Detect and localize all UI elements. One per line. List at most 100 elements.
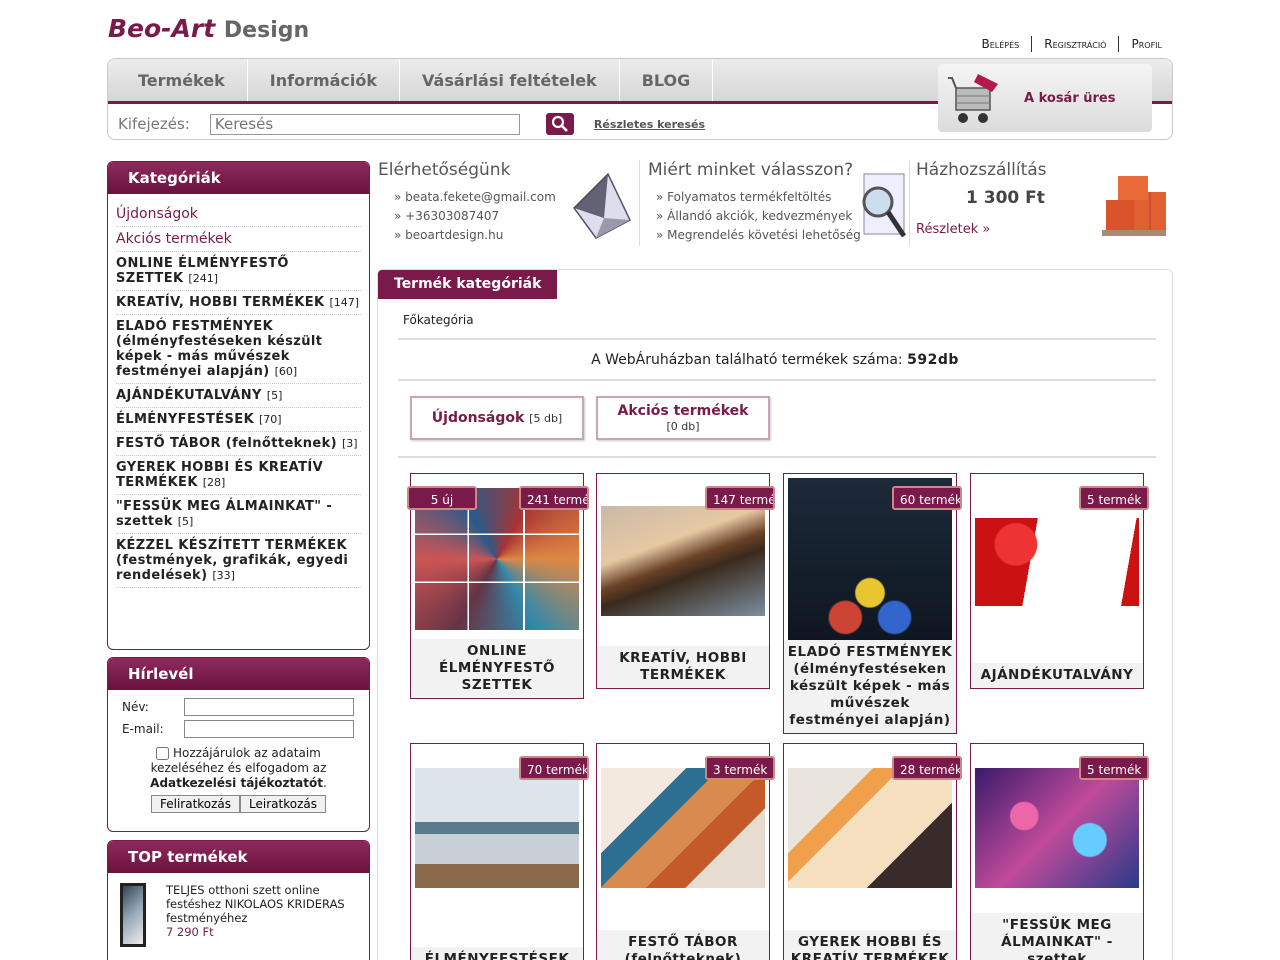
category-title[interactable]: "FESSÜK MEG ÁLMAINKAT" - szettek [971,913,1143,960]
category-card[interactable]: 5 termék AJÁNDÉKUTALVÁNY [970,473,1149,689]
category-title[interactable]: ÉLMÉNYFESTÉSEK [411,947,583,960]
category-list: Újdonságok Akciós termékek ONLINE ÉLMÉNYFE… [108,194,369,588]
profile-link[interactable]: Profil [1118,36,1174,52]
product-thumbnail[interactable] [120,883,146,947]
category-card[interactable]: 5 termék "FESSÜK MEG ÁLMAINKAT" - szettek [970,743,1149,960]
cart-icon [948,74,998,123]
consent-checkbox[interactable] [156,747,170,760]
boxes-icon [1102,176,1166,236]
divider [398,338,1156,340]
tab-product-categories[interactable]: Termék kategóriák [378,270,558,299]
new-products-label: Újdonságok [431,410,525,426]
sale-products-count: [0 db] [666,420,700,433]
category-item[interactable]: KÉZZEL KÉSZÍTETT TERMÉKEK (festmények, g… [116,534,361,588]
product-count: A WebÁruházban található termékek száma:… [378,352,1172,368]
category-title[interactable]: AJÁNDÉKUTALVÁNY [971,663,1143,688]
category-count: [28] [202,476,226,489]
category-image[interactable] [601,506,765,616]
category-label: ÉLMÉNYFESTÉSEK [116,412,255,427]
category-item[interactable]: ONLINE ÉLMÉNYFESTŐ SZETTEK [241] [116,252,361,291]
category-title[interactable]: FESTŐ TÁBOR (felnőtteknek) [597,930,769,960]
subscribe-button[interactable]: Feliratkozás [150,795,241,813]
register-link[interactable]: Regisztráció [1031,36,1118,52]
category-item[interactable]: Akciós termékek [116,227,361,252]
unsubscribe-button[interactable]: Leiratkozás [240,795,326,813]
category-title[interactable]: ELADÓ FESTMÉNYEK (élményfestéseken készü… [784,640,956,733]
product-count-badge: 3 termék [705,756,775,780]
category-card[interactable]: 60 termék ELADÓ FESTMÉNYEK (élményfestése… [783,473,962,734]
category-item[interactable]: "FESSÜK MEG ÁLMAINKAT" - szettek [5] [116,495,361,534]
product-name[interactable]: TELJES otthoni szett online festéshez NI… [166,883,357,925]
category-count: [5] [177,515,194,528]
categories-box: Kategóriák Újdonságok Akciós termékek ONLI… [107,161,370,650]
sale-products-button[interactable]: Akciós termékek [0 db] [596,396,770,440]
product-count-badge: 5 termék [1079,756,1149,780]
count-value: 592db [907,352,959,368]
category-title[interactable]: ONLINE ÉLMÉNYFESTŐ SZETTEK [411,639,583,698]
category-count: [33] [212,569,235,582]
menu-item-info[interactable]: Információk [248,59,401,101]
cart-status: A kosár üres [1024,90,1116,106]
email-field[interactable] [184,720,354,738]
new-products-button[interactable]: Újdonságok [5 db] [410,396,584,440]
logo[interactable]: Beo-Art Design [108,14,309,43]
product-count-badge: 241 termék [519,486,589,510]
category-item[interactable]: Újdonságok [116,202,361,227]
new-count-badge: 5 új [407,486,477,510]
top-product-item[interactable]: TELJES otthoni szett online festéshez NI… [108,873,369,957]
category-count: [147] [329,296,360,309]
advanced-search-link[interactable]: Részletes keresés [594,118,705,131]
menu-item-terms[interactable]: Vásárlási feltételek [400,59,620,101]
category-image[interactable] [975,518,1139,606]
category-item[interactable]: AJÁNDÉKUTALVÁNY [5] [116,384,361,408]
categories-title: Kategóriák [108,162,369,194]
category-count: [60] [274,365,298,378]
category-title[interactable]: KREATÍV, HOBBI TERMÉKEK [597,646,769,688]
menu-item-blog[interactable]: BLOG [620,59,714,101]
count-label: A WebÁruházban található termékek száma: [591,352,903,368]
new-products-count: [5 db] [529,412,563,425]
cart-widget[interactable]: A kosár üres [938,64,1152,132]
category-image[interactable] [975,768,1139,888]
category-card[interactable]: 28 termék GYEREK HOBBI ÉS KREATÍV TERMÉKE… [783,743,962,960]
menu-item-products[interactable]: Termékek [108,59,248,101]
category-item[interactable]: KREATÍV, HOBBI TERMÉKEK [147] [116,291,361,315]
category-count: [70] [259,413,282,426]
category-card[interactable]: 147 termék KREATÍV, HOBBI TERMÉKEK [596,473,775,689]
category-label: Újdonságok [116,206,198,222]
email-label: E-mail: [122,722,164,736]
category-title[interactable]: GYEREK HOBBI ÉS KREATÍV TERMÉKEK [784,930,956,960]
category-label: KREATÍV, HOBBI TERMÉKEK [116,295,325,310]
search-button[interactable] [545,113,574,135]
category-item[interactable]: FESTŐ TÁBOR (felnőtteknek) [3] [116,432,361,456]
contact-info: Elérhetőségünk » beata.fekete@gmail.com … [378,160,640,246]
category-label: "FESSÜK MEG ÁLMAINKAT" - szettek [116,499,333,529]
account-links: Belépés Regisztráció Profil [970,36,1175,52]
search-input[interactable] [209,113,520,135]
shipping-details-link[interactable]: Részletek » [916,222,990,237]
name-field[interactable] [184,698,354,716]
name-label: Név: [122,700,149,714]
consent: Hozzájárulok az adataim kezeléséhez és e… [122,746,355,791]
category-count: [241] [188,272,218,285]
top-products-box: TOP termékek TELJES otthoni szett online… [107,840,370,960]
search-label: Kifejezés: [118,115,190,133]
search-icon [551,115,568,132]
product-count-badge: 70 termék [519,756,589,780]
category-item[interactable]: GYEREK HOBBI ÉS KREATÍV TERMÉKEK [28] [116,456,361,495]
divider [398,379,1156,381]
privacy-link[interactable]: Adatkezelési tájékoztatót [150,776,323,790]
category-image[interactable] [601,768,765,888]
product-count-badge: 5 termék [1079,486,1149,510]
category-image[interactable] [415,768,579,888]
category-item[interactable]: ELADÓ FESTMÉNYEK (élményfestéseken készü… [116,315,361,384]
category-item[interactable]: ÉLMÉNYFESTÉSEK [70] [116,408,361,432]
login-link[interactable]: Belépés [970,36,1032,52]
newsletter-box: Hírlevél Név: E-mail: Hozzájárulok az ad… [107,657,370,832]
breadcrumb[interactable]: Főkategória [403,313,474,327]
category-card[interactable]: 70 termék ÉLMÉNYFESTÉSEK [410,743,589,960]
category-card[interactable]: 241 termék 5 új ONLINE ÉLMÉNYFESTŐ SZETTEK [407,473,589,699]
category-image[interactable] [788,768,952,888]
category-card[interactable]: 3 termék FESTŐ TÁBOR (felnőtteknek) [596,743,775,960]
page: Beo-Art Design Belépés Regisztráció Prof… [0,0,1280,960]
